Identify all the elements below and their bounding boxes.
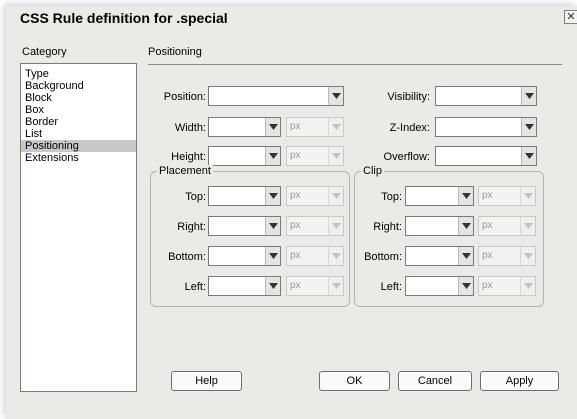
category-item-box[interactable]: Box [21,104,136,116]
clip-top-unit-value: px [482,190,493,201]
clip-right-input[interactable] [405,216,474,236]
placement-top-unit: px [286,186,344,206]
chevron-down-icon [328,118,343,136]
height-unit-select: px [286,146,344,166]
position-label: Position: [163,91,206,103]
height-label: Height: [171,151,206,163]
category-item-background[interactable]: Background [21,80,136,92]
chevron-down-icon [520,217,535,235]
clip-left-unit-value: px [482,280,493,291]
chevron-down-icon[interactable] [265,277,280,295]
clip-right-unit: px [478,216,536,236]
clip-top-input[interactable] [405,186,474,206]
placement-left-label: Left: [184,281,206,293]
chevron-down-icon[interactable] [521,118,536,136]
chevron-down-icon[interactable] [521,87,536,105]
position-select[interactable] [208,86,344,106]
chevron-down-icon [520,247,535,265]
chevron-down-icon[interactable] [265,187,280,205]
category-item-border[interactable]: Border [21,116,136,128]
placement-top-unit-value: px [290,190,301,201]
category-item-extensions[interactable]: Extensions [21,152,136,164]
title-bar: CSS Rule definition for .special ✕ [6,6,577,28]
clip-right-unit-value: px [482,220,493,231]
chevron-down-icon[interactable] [265,217,280,235]
overflow-select[interactable] [435,146,537,166]
placement-top-label: Top: [185,191,206,203]
placement-bottom-unit-value: px [290,250,301,261]
panel-title: Positioning [148,46,202,58]
clip-bottom-label: Bottom: [364,251,402,263]
chevron-down-icon [520,277,535,295]
chevron-down-icon [520,187,535,205]
chevron-down-icon[interactable] [328,87,343,105]
placement-bottom-input[interactable] [208,246,281,266]
category-item-block[interactable]: Block [21,92,136,104]
clip-right-label: Right: [373,221,402,233]
width-unit-select: px [286,117,344,137]
help-button[interactable]: Help [171,371,242,391]
chevron-down-icon[interactable] [265,247,280,265]
placement-right-input[interactable] [208,216,281,236]
chevron-down-icon[interactable] [521,147,536,165]
placement-right-label: Right: [177,221,206,233]
z-index-label: Z-Index: [389,122,430,134]
category-item-type[interactable]: Type [21,68,136,80]
chevron-down-icon[interactable] [458,277,473,295]
visibility-label: Visibility: [387,91,430,103]
width-unit-value: px [290,121,301,132]
clip-top-unit: px [478,186,536,206]
category-header: Category [22,46,67,58]
placement-left-unit-value: px [290,280,301,291]
clip-left-input[interactable] [405,276,474,296]
chevron-down-icon[interactable] [265,147,280,165]
placement-bottom-unit: px [286,246,344,266]
chevron-down-icon [328,187,343,205]
window-title: CSS Rule definition for .special [20,10,228,26]
cancel-button[interactable]: Cancel [398,371,472,391]
clip-bottom-input[interactable] [405,246,474,266]
chevron-down-icon[interactable] [458,187,473,205]
height-unit-value: px [290,150,301,161]
placement-right-unit: px [286,216,344,236]
chevron-down-icon [328,277,343,295]
z-index-select[interactable] [435,117,537,137]
placement-left-unit: px [286,276,344,296]
apply-button[interactable]: Apply [480,371,559,391]
chevron-down-icon [328,247,343,265]
chevron-down-icon [328,147,343,165]
chevron-down-icon [328,217,343,235]
category-list[interactable]: Type Background Block Box Border List Po… [20,63,137,392]
ok-button[interactable]: OK [319,371,390,391]
clip-legend: Clip [361,165,384,177]
placement-top-input[interactable] [208,186,281,206]
clip-top-label: Top: [381,191,402,203]
placement-right-unit-value: px [290,220,301,231]
overflow-label: Overflow: [383,151,430,163]
placement-legend: Placement [157,165,213,177]
clip-bottom-unit: px [478,246,536,266]
placement-left-input[interactable] [208,276,281,296]
clip-left-label: Left: [380,281,402,293]
css-rule-dialog: CSS Rule definition for .special ✕ Categ… [6,6,577,419]
category-item-positioning[interactable]: Positioning [21,140,136,152]
chevron-down-icon[interactable] [458,247,473,265]
header-divider [148,64,562,65]
placement-bottom-label: Bottom: [168,251,206,263]
chevron-down-icon[interactable] [458,217,473,235]
chevron-down-icon[interactable] [265,118,280,136]
clip-left-unit: px [478,276,536,296]
category-item-list[interactable]: List [21,128,136,140]
width-input[interactable] [208,117,281,137]
width-label: Width: [174,122,206,134]
height-input[interactable] [208,146,281,166]
visibility-select[interactable] [435,86,537,106]
clip-bottom-unit-value: px [482,250,493,261]
close-icon[interactable]: ✕ [564,10,577,24]
